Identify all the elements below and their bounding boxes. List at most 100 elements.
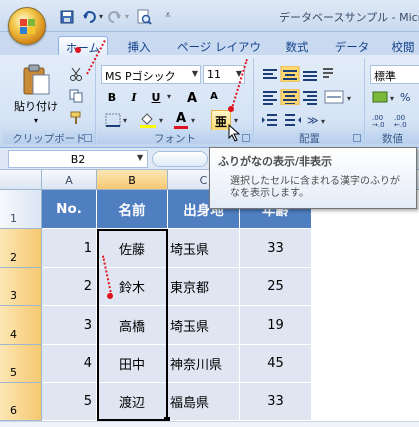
horizontal-align-icons[interactable]: ▾: [261, 89, 361, 105]
font-color-letter: A: [175, 111, 187, 126]
number-group: 標準 ▾ % .00 →.0 .00 ←.0 数値: [366, 58, 419, 145]
clipboard-launcher-icon[interactable]: [84, 134, 92, 142]
paste-label: 貼り付け: [14, 100, 58, 113]
customize-qat-icon[interactable]: ⩡: [165, 10, 171, 26]
cell-no[interactable]: 5: [42, 383, 97, 421]
row-header-6[interactable]: 6: [0, 383, 42, 421]
italic-button[interactable]: I: [125, 88, 143, 107]
cell-hometown[interactable]: 埼玉県: [168, 229, 240, 268]
alignment-group: ▾ ≫ ▾ 配置: [255, 58, 365, 145]
annotation-dot-phonetic: [228, 106, 234, 112]
number-label-text: 数値: [382, 133, 403, 145]
underline-button[interactable]: U: [147, 88, 165, 107]
ribbon: 貼り付け ▾ クリップボード MS Pゴシック ▼ 11 ▼ B I U ▾ A…: [0, 55, 419, 148]
column-header-b[interactable]: B: [97, 170, 168, 190]
tab-insert[interactable]: 挿入: [118, 36, 160, 55]
name-box-dropdown-icon[interactable]: ▼: [137, 153, 143, 162]
fill-color-dropdown-icon[interactable]: ▾: [159, 116, 163, 125]
tooltip-body-line-1: 選択したセルに含まれる漢字のふりが: [230, 176, 400, 187]
header-cell-name[interactable]: 名前: [97, 190, 168, 229]
cell-age[interactable]: 25: [240, 268, 312, 306]
paste-icon: [23, 64, 50, 95]
cell-hometown[interactable]: 福島県: [168, 383, 240, 421]
format-painter-icon[interactable]: [69, 111, 83, 125]
font-launcher-icon[interactable]: [242, 134, 250, 142]
select-all-corner[interactable]: [0, 170, 42, 190]
font-color-dropdown-icon[interactable]: ▾: [191, 116, 195, 125]
font-label-text: フォント: [154, 133, 196, 145]
tab-data[interactable]: データ: [331, 36, 373, 55]
underline-dropdown-icon[interactable]: ▾: [167, 92, 171, 101]
row-header-3[interactable]: 3: [0, 268, 42, 306]
currency-percent-icons[interactable]: ▾ %: [372, 89, 418, 105]
svg-text:▾: ▾: [347, 94, 351, 103]
row-header-5[interactable]: 5: [0, 345, 42, 383]
alignment-launcher-icon[interactable]: [353, 134, 361, 142]
vertical-align-icons[interactable]: [261, 66, 337, 82]
font-name-combo[interactable]: MS Pゴシック ▼: [101, 65, 201, 84]
font-group: MS Pゴシック ▼ 11 ▼ B I U ▾ A A ▾ ▾ A ▾ 亜 ▾: [97, 58, 254, 145]
cell-name[interactable]: 佐藤: [97, 229, 168, 268]
cell-age[interactable]: 33: [240, 229, 312, 268]
cell-name[interactable]: 田中: [97, 345, 168, 383]
svg-text:▾: ▾: [321, 117, 325, 126]
cell-no[interactable]: 2: [42, 268, 97, 306]
annotation-dot-home: [75, 47, 81, 53]
cell-age[interactable]: 19: [240, 306, 312, 345]
cell-name[interactable]: 高橋: [97, 306, 168, 345]
cell-hometown[interactable]: 埼玉県: [168, 306, 240, 345]
office-button[interactable]: [8, 7, 46, 45]
paste-button[interactable]: 貼り付け ▾: [6, 98, 66, 128]
clipboard-label-text: クリップボード: [12, 133, 86, 145]
font-color-button[interactable]: A: [173, 111, 189, 129]
shrink-font-button[interactable]: A: [205, 88, 223, 107]
copy-icon[interactable]: [69, 89, 83, 103]
window-title: データベースサンプル - Micro: [279, 11, 419, 24]
alignment-label-text: 配置: [299, 133, 320, 145]
cell-age[interactable]: 33: [240, 383, 312, 421]
phonetic-guide-label: 亜: [214, 115, 227, 129]
borders-icon[interactable]: [105, 113, 121, 127]
indent-orientation-icons[interactable]: ≫ ▾: [261, 112, 331, 128]
redo-dropdown-icon[interactable]: ▾: [125, 12, 129, 28]
header-cell-no[interactable]: No.: [42, 190, 97, 229]
grow-font-button[interactable]: A: [183, 88, 201, 107]
font-name-dropdown-icon[interactable]: ▼: [192, 69, 198, 78]
tab-page-layout[interactable]: ページ レイアウト: [173, 36, 265, 70]
svg-text:→.0: →.0: [372, 121, 385, 128]
undo-dropdown-icon[interactable]: ▾: [99, 12, 103, 28]
decimal-icons[interactable]: .00 →.0 .00 ←.0: [372, 112, 418, 128]
print-preview-icon[interactable]: [136, 9, 152, 25]
number-format-combo[interactable]: 標準: [370, 65, 419, 84]
redo-icon[interactable]: [108, 9, 122, 25]
cut-icon[interactable]: [69, 67, 83, 81]
cell-no[interactable]: 1: [42, 229, 97, 268]
row-header-4[interactable]: 4: [0, 306, 42, 345]
svg-text:←.0: ←.0: [394, 121, 407, 128]
cell-no[interactable]: 3: [42, 306, 97, 345]
row-header-2[interactable]: 2: [0, 229, 42, 268]
borders-dropdown-icon[interactable]: ▾: [123, 116, 127, 125]
svg-text:%: %: [400, 91, 410, 104]
cell-no[interactable]: 4: [42, 345, 97, 383]
fill-color-icon[interactable]: [139, 112, 157, 128]
save-icon[interactable]: [60, 9, 74, 25]
phonetic-tooltip: ふりがなの表示/非表示 選択したセルに含まれる漢字のふりが なを表示します。: [209, 147, 417, 209]
paste-dropdown-icon: ▾: [33, 116, 38, 125]
annotation-dot-cell: [107, 293, 113, 299]
tab-review[interactable]: 校閲: [387, 36, 419, 55]
name-box[interactable]: B2: [8, 150, 148, 168]
tab-formulas[interactable]: 数式: [277, 36, 317, 55]
bold-button[interactable]: B: [103, 88, 121, 107]
column-header-a[interactable]: A: [42, 170, 97, 190]
cell-name[interactable]: 渡辺: [97, 383, 168, 421]
formula-splitter[interactable]: [152, 151, 208, 167]
office-logo-icon: [20, 19, 35, 34]
undo-icon[interactable]: [82, 9, 96, 25]
cell-hometown[interactable]: 神奈川県: [168, 345, 240, 383]
cell-age[interactable]: 45: [240, 345, 312, 383]
cell-hometown[interactable]: 東京都: [168, 268, 240, 306]
clipboard-group-label: クリップボード: [3, 130, 95, 145]
row-header-1[interactable]: 1: [0, 190, 42, 229]
svg-text:≫: ≫: [307, 114, 319, 127]
